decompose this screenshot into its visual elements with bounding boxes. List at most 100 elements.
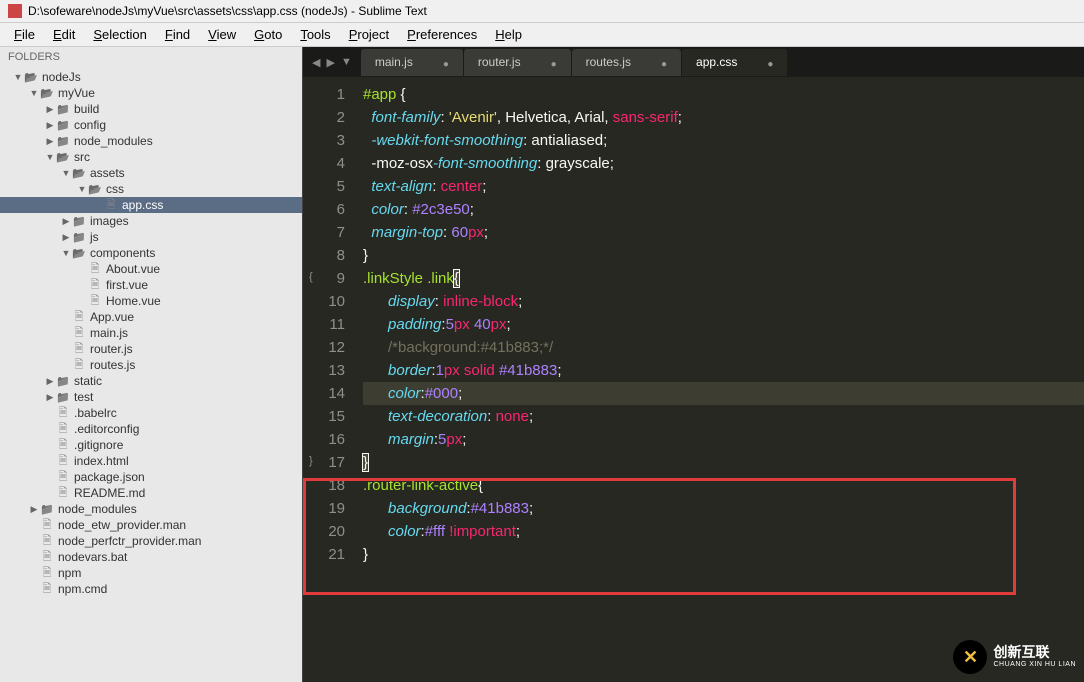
file-icon [56, 454, 70, 468]
line-number: 4 [303, 152, 345, 175]
close-icon[interactable] [767, 55, 773, 70]
code-line[interactable]: } [363, 451, 1084, 474]
tab-routes-js[interactable]: routes.js [572, 49, 681, 76]
tree-label: assets [90, 166, 125, 180]
chevron-icon: ▶ [28, 504, 40, 515]
file-icon [104, 198, 118, 212]
code-line[interactable]: .linkStyle .link{ [363, 267, 1084, 290]
code-line[interactable]: color: #2c3e50; [363, 198, 1084, 221]
tree-item-test[interactable]: ▶test [0, 389, 302, 405]
tree-item-first-vue[interactable]: first.vue [0, 277, 302, 293]
file-icon [56, 470, 70, 484]
code-line[interactable]: #app { [363, 83, 1084, 106]
fold-marker[interactable]: } [309, 455, 313, 467]
menu-find[interactable]: Find [157, 25, 198, 44]
tree-item-npm-cmd[interactable]: npm.cmd [0, 581, 302, 597]
code-line[interactable]: text-align: center; [363, 175, 1084, 198]
code-line[interactable]: color:#000; [363, 382, 1084, 405]
line-number: 12 [303, 336, 345, 359]
tab-menu-icon[interactable]: ▼ [338, 56, 355, 69]
tree-label: .babelrc [74, 406, 117, 420]
menu-selection[interactable]: Selection [85, 25, 154, 44]
tree-item-routes-js[interactable]: routes.js [0, 357, 302, 373]
line-number: 16 [303, 428, 345, 451]
menu-file[interactable]: File [6, 25, 43, 44]
tree-label: App.vue [90, 310, 134, 324]
code-line[interactable]: background:#41b883; [363, 497, 1084, 520]
tree-item-main-js[interactable]: main.js [0, 325, 302, 341]
tab-main-js[interactable]: main.js [361, 49, 463, 76]
code-line[interactable]: -moz-osx-font-smoothing: grayscale; [363, 152, 1084, 175]
code-line[interactable]: /*background:#41b883;*/ [363, 336, 1084, 359]
chevron-icon: ▼ [60, 248, 72, 258]
file-icon [88, 294, 102, 308]
code-area[interactable]: 123456789101112131415161718192021 #app {… [303, 77, 1084, 682]
tab-app-css[interactable]: app.css [682, 49, 787, 76]
tree-item--gitignore[interactable]: .gitignore [0, 437, 302, 453]
menu-preferences[interactable]: Preferences [399, 25, 485, 44]
tree-item-nodejs[interactable]: ▼nodeJs [0, 69, 302, 85]
tree-item-node_modules[interactable]: ▶node_modules [0, 133, 302, 149]
menu-goto[interactable]: Goto [246, 25, 290, 44]
tree-item-about-vue[interactable]: About.vue [0, 261, 302, 277]
menu-project[interactable]: Project [341, 25, 397, 44]
code-line[interactable]: text-decoration: none; [363, 405, 1084, 428]
code-line[interactable]: margin-top: 60px; [363, 221, 1084, 244]
code-content[interactable]: #app { font-family: 'Avenir', Helvetica,… [363, 83, 1084, 682]
close-icon[interactable] [443, 55, 449, 70]
tree-item-index-html[interactable]: index.html [0, 453, 302, 469]
tree-label: components [90, 246, 155, 260]
tree-item--babelrc[interactable]: .babelrc [0, 405, 302, 421]
close-icon[interactable] [661, 55, 667, 70]
code-line[interactable]: .router-link-active{ [363, 474, 1084, 497]
code-line[interactable]: } [363, 244, 1084, 267]
tree-item-build[interactable]: ▶build [0, 101, 302, 117]
menu-edit[interactable]: Edit [45, 25, 83, 44]
tree-item-app-css[interactable]: app.css [0, 197, 302, 213]
tree-item-package-json[interactable]: package.json [0, 469, 302, 485]
code-line[interactable]: color:#fff !important; [363, 520, 1084, 543]
tree-item-components[interactable]: ▼ components [0, 245, 302, 261]
tree-item-readme-md[interactable]: README.md [0, 485, 302, 501]
fold-marker[interactable]: { [309, 271, 313, 283]
tab-router-js[interactable]: router.js [464, 49, 571, 76]
code-line[interactable]: border:1px solid #41b883; [363, 359, 1084, 382]
menu-view[interactable]: View [200, 25, 244, 44]
tree-label: js [90, 230, 99, 244]
code-line[interactable]: } [363, 543, 1084, 566]
tree-label: npm.cmd [58, 582, 107, 596]
line-number: 10 [303, 290, 345, 313]
tree-item-src[interactable]: ▼src [0, 149, 302, 165]
tree-item-home-vue[interactable]: Home.vue [0, 293, 302, 309]
tree-item-assets[interactable]: ▼assets [0, 165, 302, 181]
tree-item-app-vue[interactable]: App.vue [0, 309, 302, 325]
line-number: 20 [303, 520, 345, 543]
tabbar: ◀ ▶ ▼ main.jsrouter.jsroutes.jsapp.css [303, 47, 1084, 77]
tree-item-router-js[interactable]: router.js [0, 341, 302, 357]
line-number: 8 [303, 244, 345, 267]
menu-tools[interactable]: Tools [292, 25, 338, 44]
close-icon[interactable] [551, 55, 557, 70]
menu-help[interactable]: Help [487, 25, 530, 44]
tab-prev-icon[interactable]: ◀ [309, 56, 323, 69]
tree-item--editorconfig[interactable]: .editorconfig [0, 421, 302, 437]
code-line[interactable]: font-family: 'Avenir', Helvetica, Arial,… [363, 106, 1084, 129]
watermark-cn: 创新互联 [993, 645, 1076, 660]
tree-item-config[interactable]: ▶config [0, 117, 302, 133]
file-icon [88, 278, 102, 292]
tree-item-images[interactable]: ▶images [0, 213, 302, 229]
tree-item-static[interactable]: ▶static [0, 373, 302, 389]
code-line[interactable]: -webkit-font-smoothing: antialiased; [363, 129, 1084, 152]
folder-icon [40, 502, 54, 516]
tree-item-js[interactable]: ▶js [0, 229, 302, 245]
tree-item-myvue[interactable]: ▼myVue [0, 85, 302, 101]
tree-item-css[interactable]: ▼css [0, 181, 302, 197]
tree-label: config [74, 118, 106, 132]
tab-next-icon[interactable]: ▶ [323, 56, 337, 69]
code-line[interactable]: display: inline-block; [363, 290, 1084, 313]
code-line[interactable]: padding:5px 40px; [363, 313, 1084, 336]
watermark-en: CHUANG XIN HU LIAN [993, 661, 1076, 669]
tree-label: app.css [122, 198, 163, 212]
code-line[interactable]: margin:5px; [363, 428, 1084, 451]
tree-item-node_modules[interactable]: ▶node_modules [0, 501, 302, 517]
